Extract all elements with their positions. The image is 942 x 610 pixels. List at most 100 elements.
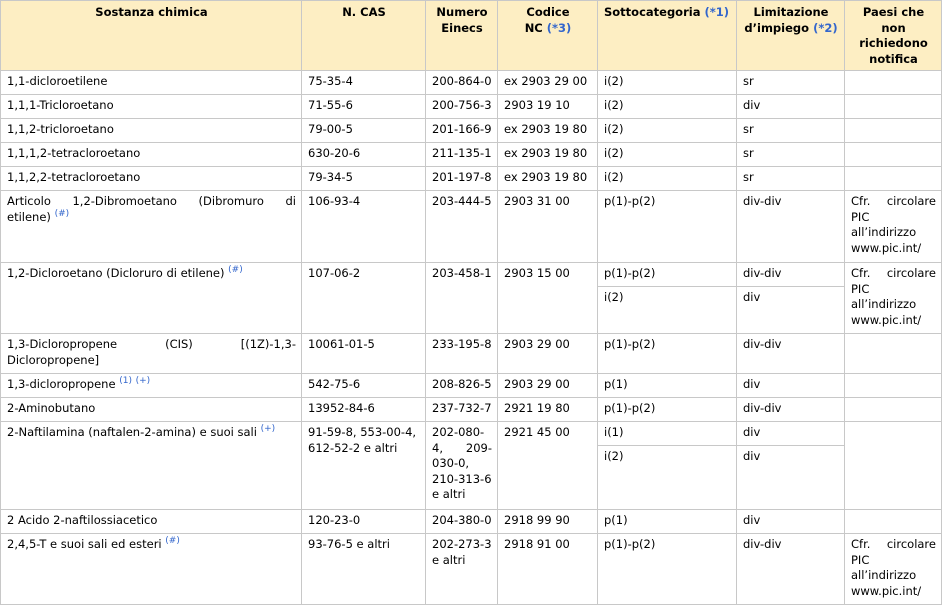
cell-subcategory: p(1)-p(2) [597,262,737,287]
cell-countries: Cfr. circolare PIC all’indirizzo www.pic.… [844,262,942,334]
cell-substance: 1,1,1-Tricloroetano [0,94,302,119]
cell-subcategory: i(2) [597,166,737,191]
cell-subcategory: i(2) [597,445,737,510]
cell-einecs: 202-273-3 e altri [425,533,498,605]
cell-substance: Articolo 1,2-Dibromoetano (Dibromuro di e… [0,190,302,263]
table-row: Articolo 1,2-Dibromoetano (Dibromuro di e… [0,190,942,263]
cell-einecs: 203-458-1 [425,262,498,334]
table-row: 1,1,1-Tricloroetano 71-55-6 200-756-3 29… [0,94,942,119]
cell-countries [844,118,942,143]
footnote-link[interactable]: (*1) [704,5,729,19]
table-row: 2 Acido 2-naftilossiacetico 120-23-0 204… [0,509,942,534]
cell-substance: 1,1,2-tricloroetano [0,118,302,143]
table-row: 1,2-Dicloroetano (Dicloruro di etilene) … [0,262,942,334]
cell-einecs: 208-826-5 [425,373,498,398]
cell-cas: 79-00-5 [301,118,426,143]
cell-cas: 630-20-6 [301,142,426,167]
cell-einecs: 204-380-0 [425,509,498,534]
table-row: 1,3-Dicloropropene (CIS) [(1Z)-1,3- Diclo… [0,333,942,374]
cell-nc: 2918 99 90 [497,509,598,534]
cell-nc: 2903 31 00 [497,190,598,263]
cell-limitation: sr [736,118,845,143]
header-subcategory: Sottocategoria (*1) [597,0,737,71]
cell-subcategory: p(1)-p(2) [597,190,737,263]
table-row: 1,1,1,2-tetracloroetano 630-20-6 211-135… [0,142,942,167]
cell-einecs: 237-732-7 [425,397,498,422]
cell-cas: 10061-01-5 [301,333,426,374]
cell-einecs: 201-197-8 [425,166,498,191]
cell-substance: 2-Aminobutano [0,397,302,422]
header-nc: Codice NC (*3) [497,0,598,71]
header-substance: Sostanza chimica [0,0,302,71]
table-row: 2-Aminobutano 13952-84-6 237-732-7 2921 … [0,397,942,422]
cell-nc: ex 2903 19 80 [497,118,598,143]
header-limitation: Limitazione d’impiego (*2) [736,0,845,71]
cell-cas: 71-55-6 [301,94,426,119]
footnote-link[interactable]: (1) [119,376,132,386]
cell-substance: 1,1,2,2-tetracloroetano [0,166,302,191]
cell-cas: 120-23-0 [301,509,426,534]
cell-limitation: div-div [736,262,845,287]
table-row: 1,1,2,2-tetracloroetano 79-34-5 201-197-… [0,166,942,191]
table-row: 1,1-dicloroetilene 75-35-4 200-864-0 ex … [0,70,942,95]
cell-nc: ex 2903 19 80 [497,142,598,167]
cell-cas: 75-35-4 [301,70,426,95]
cell-nc: ex 2903 29 00 [497,70,598,95]
cell-subcategory: i(2) [597,286,737,334]
cell-subcategory: i(2) [597,118,737,143]
cell-limitation: div [736,94,845,119]
cell-countries: Cfr. circolare PIC all’indirizzo www.pic.… [844,190,942,263]
cell-nc: 2903 29 00 [497,333,598,374]
cell-einecs: 211-135-1 [425,142,498,167]
cell-limitation: div-div [736,533,845,605]
cell-einecs: 202-080-4, 209- 030-0, 210-313-6 e altri [425,421,498,510]
cell-cas: 542-75-6 [301,373,426,398]
header-cas: N. CAS [301,0,426,71]
chemical-table: Sostanza chimica N. CAS Numero Einecs Cod… [0,0,942,605]
header-einecs: Numero Einecs [425,0,498,71]
cell-cas: 91-59-8, 553-00-4, 612-52-2 e altri [301,421,426,510]
cell-einecs: 200-756-3 [425,94,498,119]
cell-limitation: div-div [736,333,845,374]
cell-countries [844,333,942,374]
cell-nc: 2903 29 00 [497,373,598,398]
header-row: Sostanza chimica N. CAS Numero Einecs Cod… [0,0,942,71]
cell-substance: 1,1,1,2-tetracloroetano [0,142,302,167]
cell-limitation: div [736,509,845,534]
cell-cas: 79-34-5 [301,166,426,191]
footnote-link[interactable]: (#) [165,536,180,546]
cell-subcategory: i(2) [597,142,737,167]
cell-substance: 1,3-Dicloropropene (CIS) [(1Z)-1,3- Diclo… [0,333,302,374]
table-row: 1,1,2-tricloroetano 79-00-5 201-166-9 ex… [0,118,942,143]
footnote-link[interactable]: (*2) [813,21,838,35]
cell-nc: 2921 19 80 [497,397,598,422]
cell-limitation: div [736,445,845,510]
footnote-link[interactable]: (*3) [547,21,572,35]
cell-cas: 106-93-4 [301,190,426,263]
cell-limitation: div-div [736,397,845,422]
cell-nc: ex 2903 19 80 [497,166,598,191]
cell-nc: 2921 45 00 [497,421,598,510]
footnote-link[interactable]: (#) [55,209,70,219]
cell-nc: 2903 15 00 [497,262,598,334]
table-row: 2,4,5-T e suoi sali ed esteri (#) 93-76-… [0,533,942,605]
cell-substance: 2,4,5-T e suoi sali ed esteri (#) [0,533,302,605]
cell-einecs: 233-195-8 [425,333,498,374]
cell-countries [844,509,942,534]
cell-nc: 2918 91 00 [497,533,598,605]
cell-countries [844,142,942,167]
cell-countries [844,166,942,191]
footnote-link[interactable]: (#) [228,265,243,275]
cell-subcategory: p(1)-p(2) [597,333,737,374]
cell-subcategory: i(1) [597,421,737,446]
cell-limitation: div [736,286,845,334]
footnote-link[interactable]: (+) [136,376,151,386]
cell-limitation: sr [736,166,845,191]
footnote-link[interactable]: (+) [261,424,276,434]
cell-subcategory: p(1) [597,373,737,398]
cell-limitation: sr [736,142,845,167]
header-countries: Paesi che non richiedono notifica [844,0,942,71]
cell-countries [844,397,942,422]
cell-subcategory: p(1)-p(2) [597,397,737,422]
table-row: 1,3-dicloropropene (1) (+) 542-75-6 208-… [0,373,942,398]
